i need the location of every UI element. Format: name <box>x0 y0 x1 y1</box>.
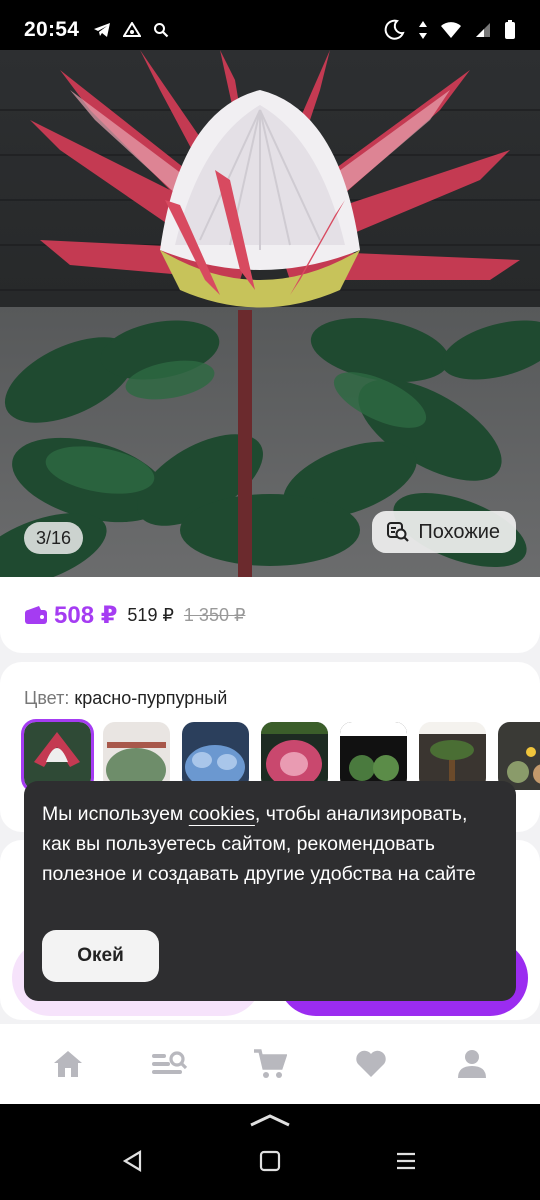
home-square-icon[interactable] <box>259 1150 281 1172</box>
current-price: 508 ₽ <box>54 601 118 629</box>
signal-icon <box>476 23 490 37</box>
back-icon[interactable] <box>122 1150 144 1172</box>
color-variant-thumb[interactable] <box>261 722 328 790</box>
drive-icon <box>123 22 142 37</box>
nav-favorites[interactable] <box>341 1034 401 1094</box>
old-price: 1 350 ₽ <box>183 604 246 625</box>
menu-lines-icon[interactable] <box>395 1150 417 1172</box>
color-variant-thumb[interactable] <box>103 722 170 790</box>
favorites-heart-icon <box>356 1050 386 1077</box>
color-variant-thumb[interactable] <box>340 722 407 790</box>
image-counter: 3/16 <box>24 522 84 554</box>
wifi-icon <box>441 22 461 38</box>
battery-icon <box>505 20 515 39</box>
color-variant-thumb[interactable] <box>182 722 249 790</box>
color-label: Цвет: красно-пурпурный <box>24 688 228 708</box>
regular-price: 519 ₽ <box>127 604 174 625</box>
price-card: 508 ₽ 519 ₽ 1 350 ₽ <box>0 577 540 653</box>
data-arrows-icon <box>419 21 427 39</box>
wallet-icon <box>25 606 47 624</box>
cookies-link[interactable]: cookies <box>189 803 255 825</box>
do-not-disturb-moon-icon <box>384 19 405 40</box>
color-value: красно-пурпурный <box>74 688 228 708</box>
color-variant-thumb[interactable] <box>419 722 486 790</box>
catalog-search-icon <box>152 1051 188 1074</box>
profile-icon <box>457 1050 486 1078</box>
home-icon <box>54 1051 83 1077</box>
nav-catalog[interactable] <box>139 1034 199 1094</box>
color-variant-thumb[interactable] <box>498 722 540 790</box>
cookie-ok-button[interactable]: Окей <box>42 930 159 982</box>
protea-flower-image <box>0 50 540 577</box>
similar-search-icon <box>387 522 410 542</box>
cookie-text: Мы используем cookies, чтобы анализирова… <box>42 803 476 885</box>
similar-button[interactable]: Похожие <box>372 511 516 553</box>
bottom-navigation <box>0 1024 540 1104</box>
status-time: 20:54 <box>24 18 80 41</box>
product-image[interactable]: 3/16 Похожие <box>0 50 540 577</box>
gesture-handle-icon[interactable] <box>248 1113 292 1129</box>
cart-icon <box>253 1049 287 1078</box>
color-variant-list <box>21 719 540 793</box>
cookie-banner: Мы используем cookies, чтобы анализирова… <box>24 781 516 1001</box>
similar-button-label: Похожие <box>418 520 500 543</box>
color-variant-thumb[interactable] <box>21 719 94 793</box>
nav-cart[interactable] <box>240 1034 300 1094</box>
telegram-icon <box>94 23 111 37</box>
nav-profile[interactable] <box>442 1034 502 1094</box>
nav-home[interactable] <box>38 1034 98 1094</box>
search-status-icon <box>154 23 169 38</box>
